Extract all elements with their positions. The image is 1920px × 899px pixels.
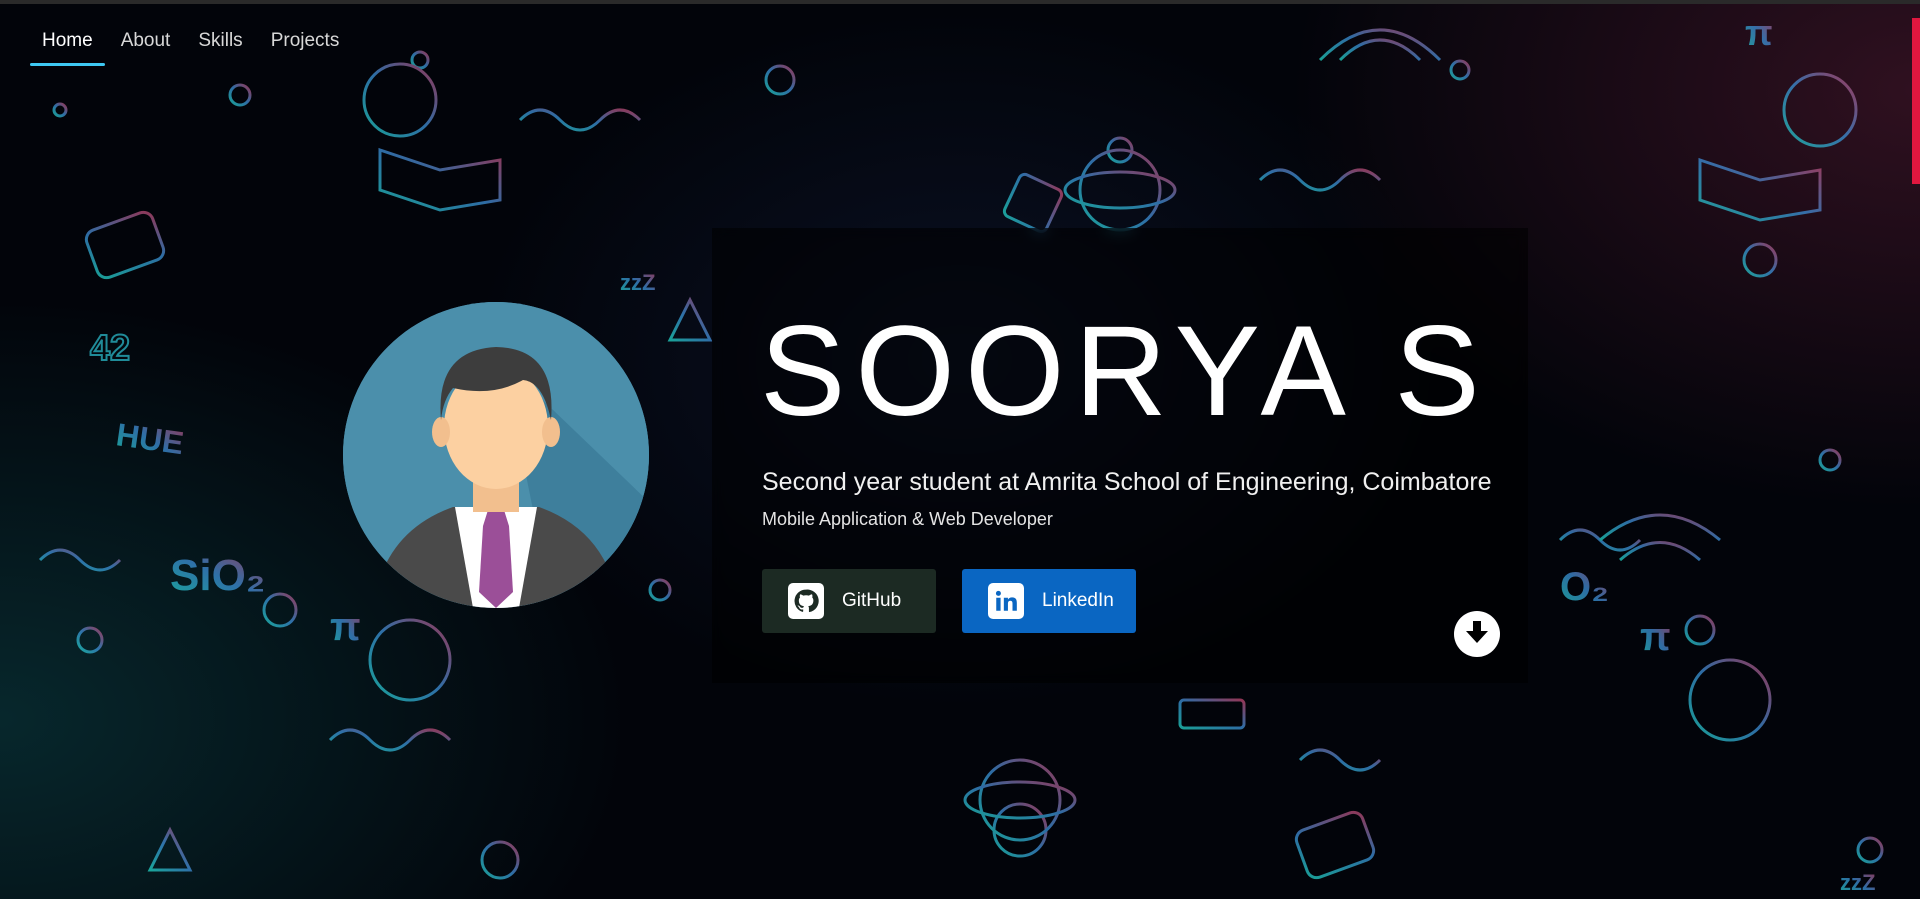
- person-avatar-icon: [343, 302, 649, 608]
- hero-role: Mobile Application & Web Developer: [762, 509, 1053, 529]
- main-nav: Home About Skills Projects: [28, 22, 354, 66]
- top-border: [0, 0, 1920, 4]
- svg-text:zzZ: zzZ: [620, 270, 655, 295]
- svg-text:42: 42: [90, 327, 130, 368]
- svg-text:π: π: [1745, 12, 1773, 53]
- svg-text:SiO₂: SiO₂: [170, 551, 265, 600]
- scroll-down-button[interactable]: [1454, 611, 1500, 657]
- hero-subtitle: Second year student at Amrita School of …: [762, 468, 1492, 496]
- svg-text:π: π: [1640, 615, 1671, 659]
- nav-home[interactable]: Home: [28, 22, 107, 66]
- github-label: GitHub: [842, 590, 902, 611]
- svg-text:HUE: HUE: [114, 416, 186, 461]
- nav-projects[interactable]: Projects: [257, 22, 354, 60]
- page-scrollbar[interactable]: [1912, 18, 1920, 184]
- svg-text:O₂: O₂: [1560, 565, 1609, 609]
- github-button[interactable]: GitHub: [762, 569, 936, 633]
- linkedin-button[interactable]: LinkedIn: [962, 569, 1136, 633]
- svg-text:zzZ: zzZ: [1840, 870, 1875, 895]
- nav-skills[interactable]: Skills: [184, 22, 256, 60]
- svg-text:π: π: [330, 605, 361, 649]
- linkedin-icon: [988, 583, 1024, 619]
- nav-about[interactable]: About: [107, 22, 185, 60]
- arrow-down-icon: [1462, 617, 1492, 651]
- hero-name: SOORYA S: [760, 300, 1490, 443]
- github-icon: [788, 583, 824, 619]
- linkedin-label: LinkedIn: [1042, 590, 1114, 611]
